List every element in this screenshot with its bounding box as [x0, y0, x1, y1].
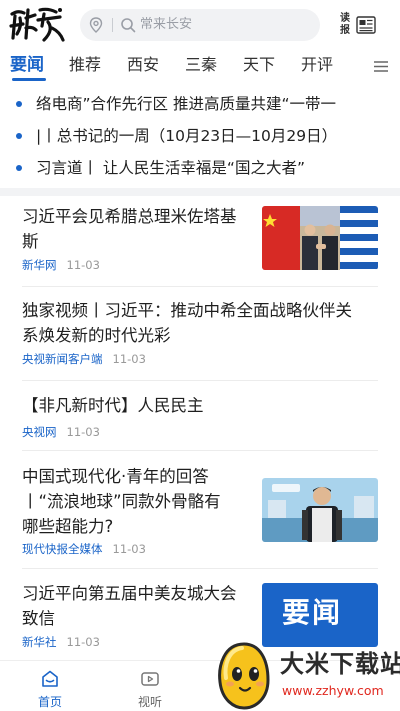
news-source: 央视新闻客户端	[22, 352, 103, 366]
news-source: 央视网	[22, 425, 57, 439]
news-title-line: 独家视频丨习近平：推动中希全面战略伙伴关	[22, 301, 352, 320]
nav-home[interactable]: 首页	[20, 669, 80, 709]
news-meta: 新华网 11-03	[22, 258, 100, 272]
news-date: 11-03	[112, 352, 146, 366]
news-thumbnail[interactable]	[262, 478, 378, 542]
app-header: 常来长安 读报	[0, 0, 400, 50]
news-meta: 央视新闻客户端 11-03	[22, 352, 146, 366]
search-separator	[112, 18, 113, 32]
news-title: 习近平会见希腊总理米佐塔基 斯	[22, 204, 258, 254]
watermark-name: 大米下载站	[280, 650, 400, 678]
tab-xian[interactable]: 西安	[127, 54, 159, 76]
menu-lines-icon[interactable]	[372, 58, 390, 74]
video-icon	[141, 672, 159, 686]
headline-list: 络电商”合作先行区 推进高质量共建“一带一 |丨总书记的一周（10月23日—10…	[0, 84, 400, 188]
headline-item[interactable]: 习言道丨 让人民生活幸福是“国之大者”	[0, 152, 400, 186]
location-icon[interactable]	[87, 16, 105, 34]
news-date: 11-03	[66, 635, 100, 649]
news-meta: 现代快报全媒体 11-03	[22, 542, 146, 556]
news-meta: 央视网 11-03	[22, 425, 100, 439]
news-item[interactable]: 习近平会见希腊总理米佐塔基 斯 新华网 11-03	[0, 196, 400, 286]
tab-kaiping[interactable]: 开评	[301, 54, 333, 76]
site-watermark: 大米下载站 www.zzhyw.com	[212, 640, 400, 711]
news-item[interactable]: 独家视频丨习近平：推动中希全面战略伙伴关 系焕发新的时代光彩 央视新闻客户端 11…	[0, 287, 400, 379]
news-thumbnail[interactable]	[262, 206, 378, 270]
newspaper-icon	[356, 16, 376, 34]
search-bar[interactable]: 常来长安	[80, 9, 320, 41]
bullet-dot	[16, 165, 22, 171]
bullet-dot	[16, 133, 22, 139]
news-title-line: 习近平向第五届中美友城大会	[22, 584, 237, 603]
headline-item[interactable]: 络电商”合作先行区 推进高质量共建“一带一	[0, 88, 400, 122]
news-date: 11-03	[66, 258, 100, 272]
news-source: 新华社	[22, 635, 57, 649]
nav-home-label: 首页	[37, 695, 62, 709]
headline-text: |丨总书记的一周（10月23日—10月29日）	[36, 127, 338, 145]
section-divider	[0, 188, 400, 196]
news-title-line: 致信	[22, 609, 55, 628]
news-title-line: 系焕发新的时代光彩	[22, 326, 171, 345]
read-newspaper-button[interactable]: 读报	[338, 12, 380, 38]
tab-tianxia[interactable]: 天下	[243, 54, 275, 76]
news-item[interactable]: 中国式现代化·青年的回答 丨“流浪地球”同款外骨骼有 哪些超能力? 现代快报全媒…	[0, 451, 400, 567]
news-title-line: 斯	[22, 232, 39, 251]
nav-video-label: 视听	[137, 695, 162, 709]
tab-yaowen[interactable]: 要闻	[10, 54, 44, 76]
news-title: 中国式现代化·青年的回答 丨“流浪地球”同款外骨骼有 哪些超能力?	[22, 464, 258, 539]
rice-mascot-logo	[218, 642, 270, 710]
search-placeholder: 常来长安	[140, 17, 193, 32]
news-title: 【非凡新时代】人民民主	[22, 393, 382, 418]
news-date: 11-03	[112, 542, 146, 556]
tab-sanqin[interactable]: 三秦	[185, 54, 217, 76]
search-icon	[121, 18, 136, 33]
channel-tabs: 要闻 推荐 西安 三秦 天下 开评	[0, 50, 400, 84]
news-source: 现代快报全媒体	[22, 542, 103, 556]
news-title: 独家视频丨习近平：推动中希全面战略伙伴关 系焕发新的时代光彩	[22, 298, 382, 348]
news-title-line: 习近平会见希腊总理米佐塔基	[22, 207, 237, 226]
nav-video[interactable]: 视听	[120, 669, 180, 709]
news-meta: 新华社 11-03	[22, 635, 100, 649]
news-item[interactable]: 【非凡新时代】人民民主 央视网 11-03	[0, 381, 400, 449]
read-label: 读报	[340, 13, 350, 36]
home-icon	[42, 670, 58, 687]
headline-text: 习言道丨 让人民生活幸福是“国之大者”	[36, 159, 305, 177]
news-title-line: 【非凡新时代】人民民主	[22, 396, 204, 415]
news-title-line: 丨“流浪地球”同款外骨骼有	[22, 492, 221, 511]
app-logo[interactable]	[8, 4, 68, 46]
news-date: 11-03	[66, 425, 100, 439]
bullet-dot	[16, 101, 22, 107]
tab-tuijian[interactable]: 推荐	[69, 54, 101, 76]
news-title-line: 哪些超能力?	[22, 517, 114, 536]
news-title: 习近平向第五届中美友城大会 致信	[22, 581, 258, 631]
news-title-line: 中国式现代化·青年的回答	[22, 467, 209, 486]
news-source: 新华网	[22, 258, 57, 272]
headline-item[interactable]: |丨总书记的一周（10月23日—10月29日）	[0, 120, 400, 154]
watermark-url: www.zzhyw.com	[282, 683, 384, 698]
headline-text: 络电商”合作先行区 推进高质量共建“一带一	[36, 95, 336, 113]
news-thumbnail[interactable]: 要闻	[262, 583, 378, 647]
thumbnail-caption: 要闻	[282, 596, 343, 629]
active-tab-indicator	[12, 78, 46, 81]
